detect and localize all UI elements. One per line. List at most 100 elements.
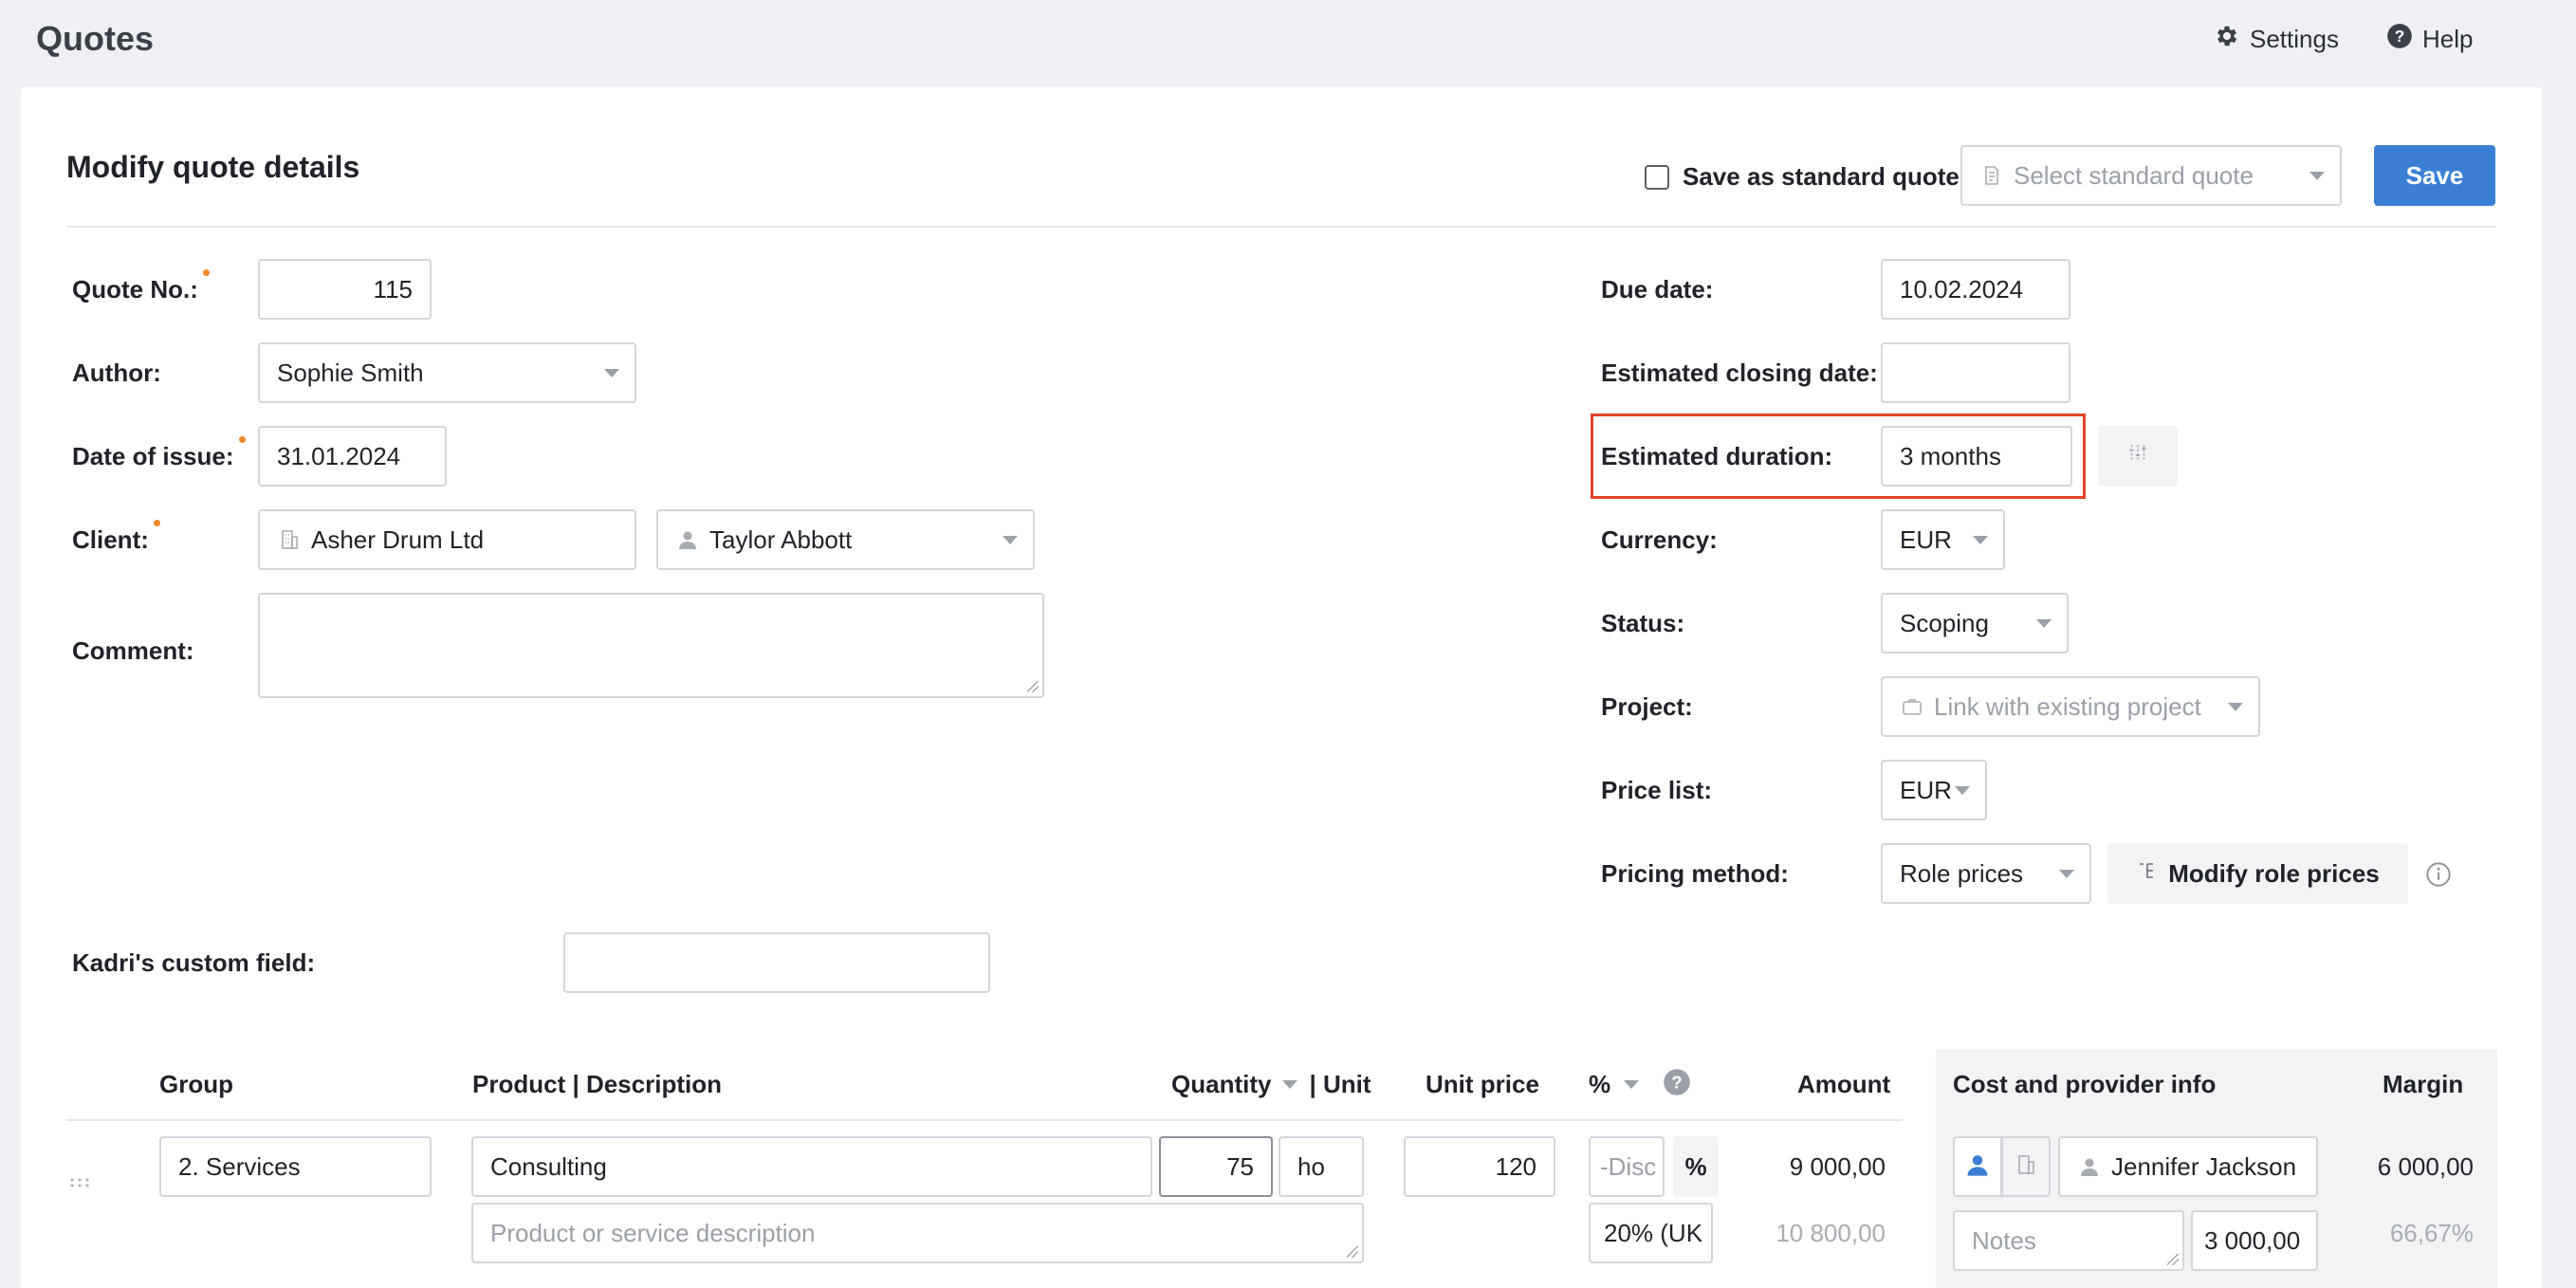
date-issue-input[interactable]: 31.01.2024: [258, 426, 447, 487]
price-list-value: EUR: [1900, 775, 1952, 804]
pricing-method-value: Role prices: [1900, 858, 2024, 888]
duration-options-button[interactable]: [2098, 426, 2178, 487]
row-group-input[interactable]: 2. Services: [159, 1136, 432, 1197]
pricing-method-select[interactable]: Role prices: [1881, 843, 2091, 904]
column-margin: Margin: [2383, 1070, 2464, 1098]
status-label: Status:: [1601, 609, 1685, 637]
table-header-divider: [66, 1119, 1903, 1121]
client-company-input[interactable]: Asher Drum Ltd: [258, 509, 636, 570]
standard-quote-select[interactable]: Select standard quote: [1960, 145, 2342, 206]
chevron-down-icon: [604, 369, 619, 377]
chevron-down-icon: [2059, 870, 2074, 878]
settings-label: Settings: [2250, 25, 2339, 53]
row-notes-textarea[interactable]: Notes: [1953, 1210, 2184, 1271]
page-title: Quotes: [36, 19, 155, 58]
column-percent-label: %: [1589, 1070, 1611, 1098]
currency-select[interactable]: EUR: [1881, 509, 2005, 570]
date-issue-label-text: Date of issue:: [72, 442, 234, 470]
provider-select[interactable]: Jennifer Jackson: [2058, 1136, 2318, 1197]
column-percent[interactable]: %: [1589, 1070, 1640, 1099]
gear-icon: [2214, 23, 2240, 56]
person-icon: [1964, 1151, 1991, 1183]
save-button[interactable]: Save: [2374, 145, 2495, 206]
modify-role-prices-button[interactable]: Modify role prices: [2107, 843, 2408, 904]
chevron-down-icon: [2309, 172, 2325, 180]
chevron-down-icon: [1973, 536, 1988, 544]
chevron-down-icon: [1955, 786, 1970, 795]
row-description-textarea[interactable]: Product or service description: [471, 1203, 1364, 1263]
drag-handle-icon[interactable]: [68, 1176, 91, 1193]
custom-field-input[interactable]: [563, 932, 990, 993]
role-tree-icon: [2136, 859, 2159, 889]
row-unit-price-input[interactable]: 120: [1404, 1136, 1555, 1197]
date-issue-label: Date of issue:: [72, 442, 234, 471]
row-product-input[interactable]: Consulting: [471, 1136, 1152, 1197]
building-icon: [277, 527, 302, 552]
info-icon[interactable]: [2425, 861, 2452, 892]
row-amount: 9 000,00: [1789, 1152, 1886, 1181]
closing-date-input[interactable]: [1881, 342, 2070, 403]
project-placeholder: Link with existing project: [1934, 691, 2201, 721]
row-margin-percent: 66,67%: [2389, 1219, 2474, 1247]
svg-text:?: ?: [2395, 27, 2405, 46]
help-icon: ?: [2386, 23, 2413, 56]
svg-text:?: ?: [1671, 1072, 1682, 1092]
help-link[interactable]: ? Help: [2386, 23, 2473, 56]
row-discount-unit-button[interactable]: %: [1673, 1136, 1719, 1197]
quote-no-input[interactable]: 115: [258, 259, 432, 320]
client-label: Client:: [72, 525, 149, 555]
question-icon[interactable]: ?: [1663, 1068, 1691, 1101]
column-quantity-label: Quantity: [1171, 1070, 1272, 1098]
client-contact-value: Taylor Abbott: [709, 524, 853, 554]
provider-company-toggle[interactable]: [2001, 1136, 2051, 1197]
column-group: Group: [159, 1070, 233, 1098]
save-standard-label: Save as standard quote: [1683, 162, 1960, 191]
form-title: Modify quote details: [66, 150, 360, 184]
row-vat-select[interactable]: 20% (UK: [1589, 1203, 1713, 1263]
row-discount-input[interactable]: -Disc: [1589, 1136, 1665, 1197]
currency-label: Currency:: [1601, 525, 1718, 554]
help-label: Help: [2422, 25, 2474, 53]
row-quantity-input[interactable]: 75: [1159, 1136, 1273, 1197]
duration-label: Estimated duration:: [1601, 442, 1833, 470]
document-icon: [1979, 163, 2004, 188]
author-value: Sophie Smith: [277, 358, 424, 387]
row-cost-input[interactable]: 3 000,00: [2191, 1210, 2318, 1271]
provider-value: Jennifer Jackson: [2111, 1151, 2297, 1181]
price-list-select[interactable]: EUR: [1881, 760, 1987, 820]
comment-textarea[interactable]: [258, 593, 1044, 698]
header-divider: [66, 226, 2496, 228]
column-product: Product | Description: [472, 1070, 722, 1098]
client-label-text: Client:: [72, 525, 149, 554]
quote-no-label-text: Quote No.:: [72, 275, 198, 304]
author-select[interactable]: Sophie Smith: [258, 342, 636, 403]
save-standard-toggle[interactable]: Save as standard quote: [1645, 162, 1960, 192]
duration-input[interactable]: 3 months: [1881, 426, 2072, 487]
chevron-down-icon: [1624, 1080, 1640, 1089]
pricing-method-label: Pricing method:: [1601, 859, 1789, 888]
closing-date-label: Estimated closing date:: [1601, 359, 1878, 387]
due-date-input[interactable]: 10.02.2024: [1881, 259, 2070, 320]
row-unit-input[interactable]: ho: [1279, 1136, 1364, 1197]
chevron-down-icon: [2228, 703, 2243, 711]
project-select[interactable]: Link with existing project: [1881, 676, 2260, 737]
chevron-down-icon: [1282, 1080, 1298, 1089]
client-contact-select[interactable]: Taylor Abbott: [656, 509, 1035, 570]
chevron-down-icon: [2036, 619, 2052, 628]
person-icon: [675, 527, 700, 552]
column-quantity[interactable]: Quantity | Unit: [1171, 1070, 1371, 1099]
provider-person-toggle[interactable]: [1953, 1136, 2002, 1197]
briefcase-icon: [1900, 694, 1924, 719]
row-amount-with-vat: 10 800,00: [1776, 1219, 1886, 1247]
status-select[interactable]: Scoping: [1881, 593, 2069, 653]
building-icon: [2015, 1153, 2037, 1181]
author-label: Author:: [72, 359, 161, 387]
custom-field-label: Kadri's custom field:: [72, 948, 316, 977]
column-unit-price: Unit price: [1426, 1070, 1539, 1098]
column-unit-label: | Unit: [1309, 1070, 1371, 1098]
project-label: Project:: [1601, 692, 1693, 721]
save-standard-checkbox[interactable]: [1645, 164, 1669, 190]
settings-link[interactable]: Settings: [2214, 23, 2339, 56]
currency-value: EUR: [1900, 524, 1952, 554]
chevron-down-icon: [1003, 536, 1018, 544]
